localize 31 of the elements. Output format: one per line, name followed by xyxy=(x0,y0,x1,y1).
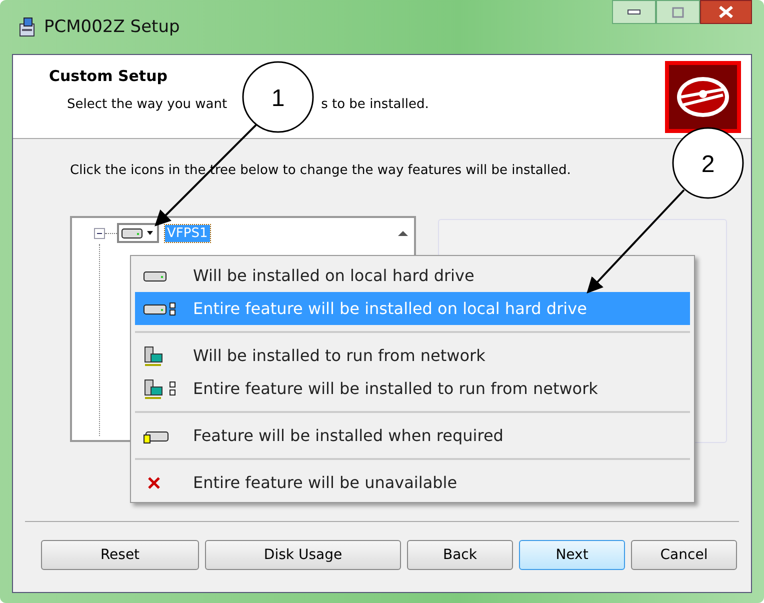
minus-icon xyxy=(94,228,105,238)
minimize-icon xyxy=(627,9,641,15)
network-computer-icon xyxy=(143,346,163,366)
subtitle-text: s to be installed. xyxy=(321,97,429,112)
disc-logo-icon xyxy=(665,61,741,133)
dialog-button[interactable]: Cancel xyxy=(631,540,737,570)
collapse-toggle[interactable] xyxy=(94,228,105,238)
dialog-button[interactable]: Next xyxy=(519,540,625,570)
scroll-up-icon[interactable] xyxy=(396,228,410,238)
dialog-button[interactable]: Back xyxy=(407,540,513,570)
drive-icon xyxy=(121,226,155,240)
menu-item[interactable]: Entire feature will be installed to run from network xyxy=(135,372,690,405)
install-option-dropdown[interactable] xyxy=(117,223,159,243)
dialog-button[interactable]: Disk Usage xyxy=(205,540,401,570)
menu-item[interactable]: Will be installed to run from network xyxy=(135,339,690,372)
menu-item[interactable]: Will be installed on local hard drive xyxy=(135,259,690,292)
subtitle-text: Select the way you want xyxy=(67,97,228,112)
cross-icon xyxy=(147,476,161,490)
menu-item[interactable]: Entire feature will be unavailable xyxy=(135,466,690,499)
callout-circle: 2 xyxy=(672,127,744,199)
drive-with-children-icon xyxy=(143,300,177,316)
maximize-icon xyxy=(672,6,684,18)
callout-circle: 1 xyxy=(242,61,314,133)
close-button[interactable] xyxy=(700,0,752,24)
dialog-button[interactable]: Reset xyxy=(41,540,199,570)
page-title: Custom Setup xyxy=(49,67,169,85)
window-title: PCM002Z Setup xyxy=(44,17,180,37)
close-icon xyxy=(718,6,734,18)
network-computer-with-children-icon xyxy=(143,378,177,398)
menu-item[interactable]: Feature will be installed when required xyxy=(135,419,690,452)
minimize-button[interactable] xyxy=(612,0,656,24)
